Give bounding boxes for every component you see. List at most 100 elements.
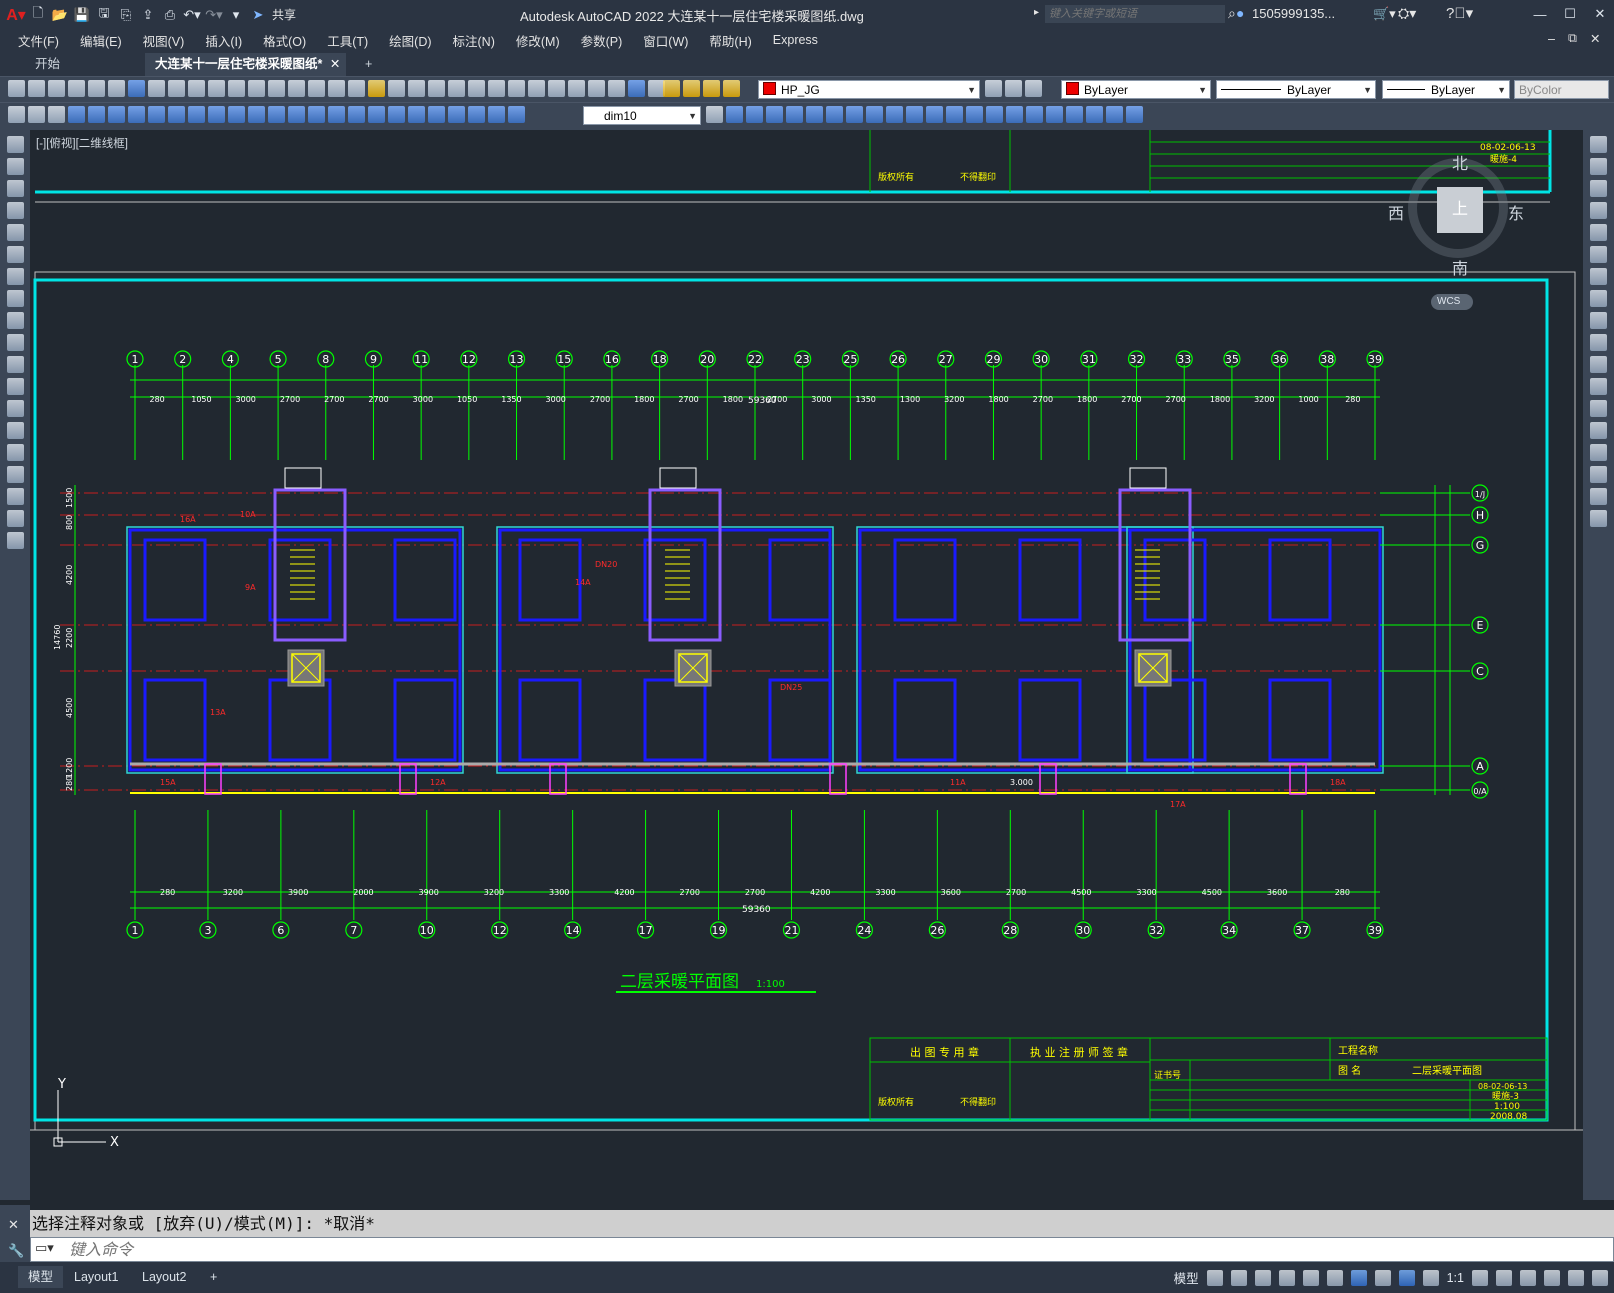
save-icon[interactable]: 💾 [72, 5, 92, 25]
tab-document[interactable]: 大连某十一层住宅楼采暖图纸* ✕ [145, 53, 347, 76]
ucs-x-label: X [110, 1135, 119, 1150]
viewcube-top-face[interactable]: 上 [1437, 187, 1483, 233]
customization-menu-icon[interactable] [1592, 1269, 1608, 1286]
isolate-icon[interactable] [1520, 1269, 1536, 1286]
undo-icon[interactable]: ↶▾ [182, 5, 202, 25]
selection-cycling-icon[interactable] [1350, 1269, 1367, 1286]
annotation-visibility-icon[interactable] [1398, 1269, 1415, 1286]
command-menu-icon[interactable]: ▭▾ [35, 1240, 54, 1256]
standard-tool-icons[interactable] [8, 80, 665, 97]
search-icon[interactable]: ⌕ [1228, 5, 1236, 22]
menu-edit[interactable]: 编辑(E) [80, 31, 122, 50]
dimstyle-dropdown[interactable]: dim10 ▼ [583, 106, 701, 125]
chevron-down-icon: ▼ [688, 111, 697, 121]
command-line[interactable]: ▭▾ [30, 1237, 1614, 1263]
drawing-canvas[interactable]: [-][俯视][二维线框] 版权所有 不得翻印 08-02-06-13 暖施-4 [30, 130, 1583, 1202]
linetype-dropdown[interactable]: ByLayer ▼ [1216, 80, 1376, 99]
open-web-icon[interactable]: ⎘ [116, 5, 136, 25]
osnap-icon[interactable] [1326, 1269, 1343, 1286]
menu-insert[interactable]: 插入(I) [205, 31, 242, 50]
menu-dimension[interactable]: 标注(N) [453, 31, 495, 50]
tab-start[interactable]: 开始 [25, 53, 70, 76]
share-label[interactable]: 共享 [272, 6, 296, 23]
save-web-icon[interactable]: ⇪ [138, 5, 158, 25]
viewcube-south[interactable]: 南 [1452, 255, 1468, 279]
layer-tool-icons[interactable] [985, 80, 1042, 97]
menu-help[interactable]: 帮助(H) [709, 31, 751, 50]
clean-screen-icon[interactable] [1568, 1269, 1584, 1286]
grid-icon[interactable] [1206, 1269, 1223, 1286]
autodesk-a360-icon[interactable]: ⛭▾ [1398, 5, 1416, 22]
lineweight-icon[interactable] [1374, 1269, 1391, 1286]
viewcube-north[interactable]: 北 [1452, 150, 1468, 174]
tab-layout1[interactable]: Layout1 [64, 1266, 128, 1288]
modify-tool-icons[interactable] [706, 106, 1143, 123]
tb-nocopy: 不得翻印 [960, 1096, 996, 1108]
menu-format[interactable]: 格式(O) [263, 31, 306, 50]
open-icon[interactable]: 📂 [50, 5, 70, 25]
hardware-accel-icon[interactable] [1544, 1269, 1560, 1286]
menu-view[interactable]: 视图(V) [143, 31, 185, 50]
modify-tool-icons[interactable] [1583, 130, 1614, 527]
search-input[interactable] [1045, 5, 1225, 23]
plotstyle-dropdown[interactable]: ByColor [1514, 80, 1609, 99]
doc-close-icon[interactable]: ✕ [1590, 31, 1600, 46]
menu-tools[interactable]: 工具(T) [327, 31, 368, 50]
radiator-label-1: 10A [240, 510, 256, 519]
snap-icon[interactable] [1230, 1269, 1247, 1286]
tab-layout2[interactable]: Layout2 [132, 1266, 196, 1288]
help-icon[interactable]: ?⃝▾ [1446, 4, 1473, 22]
color-dropdown[interactable]: ByLayer ▼ [1061, 80, 1211, 99]
doc-restore-icon[interactable]: ⧉ [1568, 31, 1577, 46]
close-icon[interactable]: ✕ [1590, 4, 1610, 24]
user-icon[interactable]: ● [1236, 5, 1244, 21]
customize-command-icon[interactable]: 🔧 [8, 1243, 24, 1259]
app-menu-icon[interactable]: A▾ [6, 5, 26, 25]
model-space-button[interactable]: 模型 [1174, 1268, 1199, 1287]
menu-file[interactable]: 文件(F) [18, 31, 59, 50]
tab-close-icon[interactable]: ✕ [330, 53, 340, 76]
plus-icon[interactable] [1496, 1269, 1512, 1286]
search-expand-icon[interactable]: ▸ [1034, 7, 1039, 18]
plot-icon[interactable]: ⎙ [160, 5, 180, 25]
minimize-icon[interactable]: — [1530, 4, 1550, 24]
command-line-handle[interactable]: ✕ 🔧 [0, 1205, 30, 1265]
menu-express[interactable]: Express [773, 33, 818, 47]
viewcube[interactable]: 上 北 南 西 东 [1388, 150, 1524, 278]
share-icon[interactable]: ➤ [248, 5, 268, 25]
layer-state-icons[interactable] [663, 80, 740, 97]
maximize-icon[interactable]: ☐ [1560, 4, 1580, 24]
wcs-menu[interactable]: WCS [1431, 294, 1473, 310]
new-tab-button[interactable]: + [355, 53, 382, 76]
doc-minimize-icon[interactable]: – [1548, 32, 1555, 46]
workspace-gear-icon[interactable] [1472, 1269, 1488, 1286]
user-name[interactable]: 1505999135... [1252, 6, 1335, 21]
customize-icon[interactable]: ▾ [226, 5, 246, 25]
close-command-icon[interactable]: ✕ [8, 1217, 19, 1233]
add-layout-button[interactable]: + [200, 1266, 227, 1288]
menu-parametric[interactable]: 参数(P) [581, 31, 623, 50]
save-as-icon[interactable]: 🖫 [94, 5, 114, 25]
dimension-tool-icons[interactable] [8, 106, 525, 123]
menu-draw[interactable]: 绘图(D) [389, 31, 431, 50]
bottom-dim-17: 3600 [1267, 888, 1287, 897]
redo-icon[interactable]: ↷▾ [204, 5, 224, 25]
command-input[interactable] [67, 1238, 1471, 1263]
tab-model[interactable]: 模型 [18, 1266, 64, 1288]
lineweight-dropdown[interactable]: ByLayer ▼ [1382, 80, 1510, 99]
viewcube-west[interactable]: 西 [1388, 200, 1404, 224]
viewcube-east[interactable]: 东 [1508, 200, 1524, 224]
annotation-scale[interactable]: 1:1 [1447, 1271, 1464, 1285]
menu-window[interactable]: 窗口(W) [643, 31, 688, 50]
auto-scale-icon[interactable] [1422, 1269, 1439, 1286]
draw-tool-icons[interactable] [0, 130, 30, 549]
ortho-icon[interactable] [1254, 1269, 1271, 1286]
layer-dropdown[interactable]: HP_JG ▼ [758, 80, 980, 99]
new-icon[interactable]: 🗋 [28, 5, 48, 25]
osnap-tracking-icon[interactable] [1302, 1269, 1319, 1286]
polar-icon[interactable] [1278, 1269, 1295, 1286]
cart-icon[interactable]: 🛒▾ [1373, 6, 1396, 22]
top-axis-5: 5 [275, 353, 282, 366]
top-dim-11: 1800 [634, 395, 654, 404]
menu-modify[interactable]: 修改(M) [516, 31, 560, 50]
